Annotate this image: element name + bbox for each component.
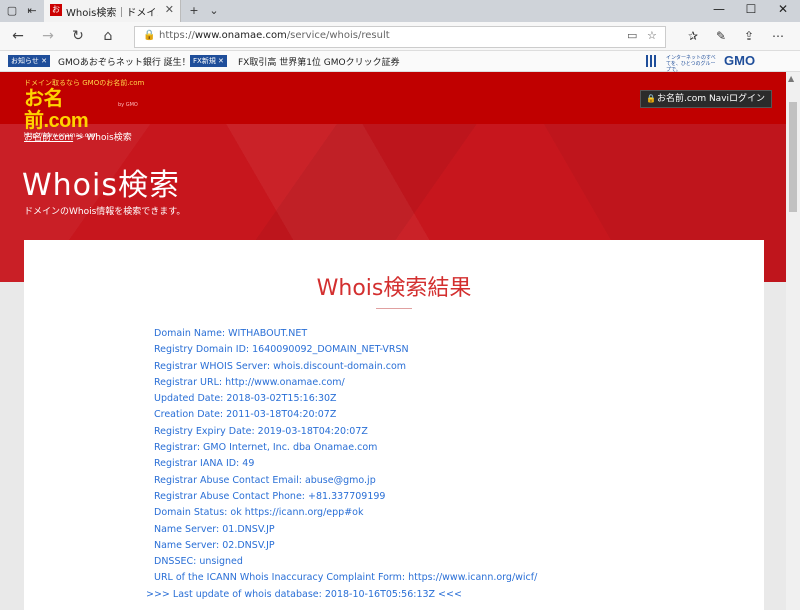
- lock-icon: 🔒: [646, 94, 656, 103]
- close-window-icon[interactable]: ✕: [770, 2, 796, 16]
- back-tabs-icon[interactable]: ⇤: [24, 3, 40, 19]
- gmo-grid-icon: [646, 55, 658, 67]
- whois-line: Registrar Abuse Contact Email: abuse@gmo…: [154, 474, 376, 486]
- favorite-link[interactable]: GMOあおぞらネット銀行 誕生！: [58, 55, 191, 68]
- new-tab-icon[interactable]: +: [186, 3, 202, 19]
- whois-line: Creation Date: 2011-03-18T04:20:07Z: [154, 409, 337, 421]
- whois-line: Domain Status: ok https://icann.org/epp#…: [154, 507, 364, 519]
- whois-line: Registrar: GMO Internet, Inc. dba Onamae…: [154, 442, 378, 454]
- whois-line: URL of the ICANN Whois Inaccuracy Compla…: [154, 572, 538, 584]
- maximize-icon[interactable]: ☐: [738, 2, 764, 16]
- back-arrow-icon[interactable]: ←: [8, 27, 28, 45]
- whois-line: Registrar WHOIS Server: whois.discount-d…: [154, 360, 407, 372]
- whois-line: Registry Domain ID: 1640090092_DOMAIN_NE…: [154, 344, 409, 356]
- scroll-up-icon[interactable]: ▲: [788, 74, 794, 83]
- navi-login-label: お名前.com Naviログイン: [657, 94, 766, 104]
- scroll-thumb[interactable]: [789, 102, 797, 212]
- minimize-icon[interactable]: —: [706, 2, 732, 16]
- gmo-logo[interactable]: GMO: [724, 53, 755, 68]
- whois-line: Name Server: 01.DNSV.JP: [154, 523, 275, 535]
- page-scrollbar[interactable]: ▲: [786, 72, 800, 610]
- favorites-hub-icon[interactable]: ✰: [688, 29, 698, 43]
- result-card: Whois検索結果 Domain Name: WITHABOUT.NET Reg…: [24, 240, 764, 610]
- whois-line: Registrar Abuse Contact Phone: +81.33770…: [154, 490, 386, 502]
- title-divider: [376, 308, 412, 309]
- breadcrumb-home-link[interactable]: お名前.com: [24, 133, 73, 143]
- onamae-logo[interactable]: ドメイン取るなら GMOのお名前.com お名前.com http://www.…: [24, 78, 144, 139]
- breadcrumb-current: Whois検索: [86, 133, 132, 143]
- favorite-badge[interactable]: FX新規 ✕: [190, 55, 227, 67]
- breadcrumb: お名前.com > Whois検索: [24, 133, 132, 143]
- site-header: ドメイン取るなら GMOのお名前.com お名前.com http://www.…: [0, 72, 786, 139]
- page-content: ドメイン取るなら GMOのお名前.com お名前.com http://www.…: [0, 72, 786, 610]
- whois-line: Name Server: 02.DNSV.JP: [154, 539, 275, 551]
- favorite-link[interactable]: FX取引高 世界第1位 GMOクリック証券: [238, 55, 400, 68]
- onamae-favicon-icon: お: [50, 4, 62, 16]
- tab-title: Whois検索｜ドメイン取得: [66, 8, 158, 19]
- whois-line: DNSSEC: unsigned: [154, 556, 243, 568]
- notes-pen-icon[interactable]: ✎: [716, 29, 726, 43]
- whois-line: Updated Date: 2018-03-02T15:16:30Z: [154, 393, 337, 405]
- browser-navbar: ← → ↻ ⌂ 🔒 https://www.onamae.com/service…: [0, 22, 800, 51]
- whois-line: >>> Last update of whois database: 2018-…: [146, 588, 462, 600]
- favorite-star-icon[interactable]: ☆: [647, 29, 657, 42]
- logo-side-text: by GMO: [118, 102, 138, 108]
- url-text: https://www.onamae.com/service/whois/res…: [159, 30, 390, 41]
- browser-tab[interactable]: お Whois検索｜ドメイン取得 ✕: [44, 0, 181, 22]
- refresh-icon[interactable]: ↻: [68, 27, 88, 45]
- lock-icon: 🔒: [143, 30, 156, 41]
- home-icon[interactable]: ⌂: [98, 27, 118, 45]
- tab-close-icon[interactable]: ✕: [165, 3, 174, 16]
- share-icon[interactable]: ⇪: [744, 29, 754, 43]
- window-menu-icon[interactable]: ▢: [4, 3, 20, 19]
- navi-login-button[interactable]: 🔒 お名前.com Naviログイン: [640, 90, 773, 108]
- gmo-tagline: インターネットのすべてを、ひとつのグループで。: [666, 55, 716, 73]
- favorite-badge[interactable]: お知らせ ✕: [8, 55, 50, 67]
- whois-line: Registry Expiry Date: 2019-03-18T04:20:0…: [154, 425, 368, 437]
- result-title: Whois検索結果: [316, 276, 472, 301]
- whois-output: Domain Name: WITHABOUT.NET Registry Doma…: [146, 326, 754, 603]
- browser-titlebar: ▢ ⇤ お Whois検索｜ドメイン取得 ✕ + ⌄ — ☐ ✕: [0, 0, 800, 22]
- more-menu-icon[interactable]: ⋯: [772, 29, 784, 43]
- page-title: Whois検索: [22, 168, 180, 203]
- whois-line: Registrar URL: http://www.onamae.com/: [154, 376, 345, 388]
- reading-view-icon[interactable]: ▭: [627, 29, 637, 42]
- favorites-bar: お知らせ ✕ GMOあおぞらネット銀行 誕生！ FX新規 ✕ FX取引高 世界第…: [0, 51, 800, 73]
- address-bar[interactable]: 🔒 https://www.onamae.com/service/whois/r…: [134, 26, 666, 48]
- page-subtitle: ドメインのWhois情報を検索できます。: [24, 207, 186, 217]
- tab-list-chevron-icon[interactable]: ⌄: [206, 3, 222, 19]
- forward-arrow-icon[interactable]: →: [38, 27, 58, 45]
- whois-line: Registrar IANA ID: 49: [154, 458, 255, 470]
- whois-line: Domain Name: WITHABOUT.NET: [154, 328, 308, 339]
